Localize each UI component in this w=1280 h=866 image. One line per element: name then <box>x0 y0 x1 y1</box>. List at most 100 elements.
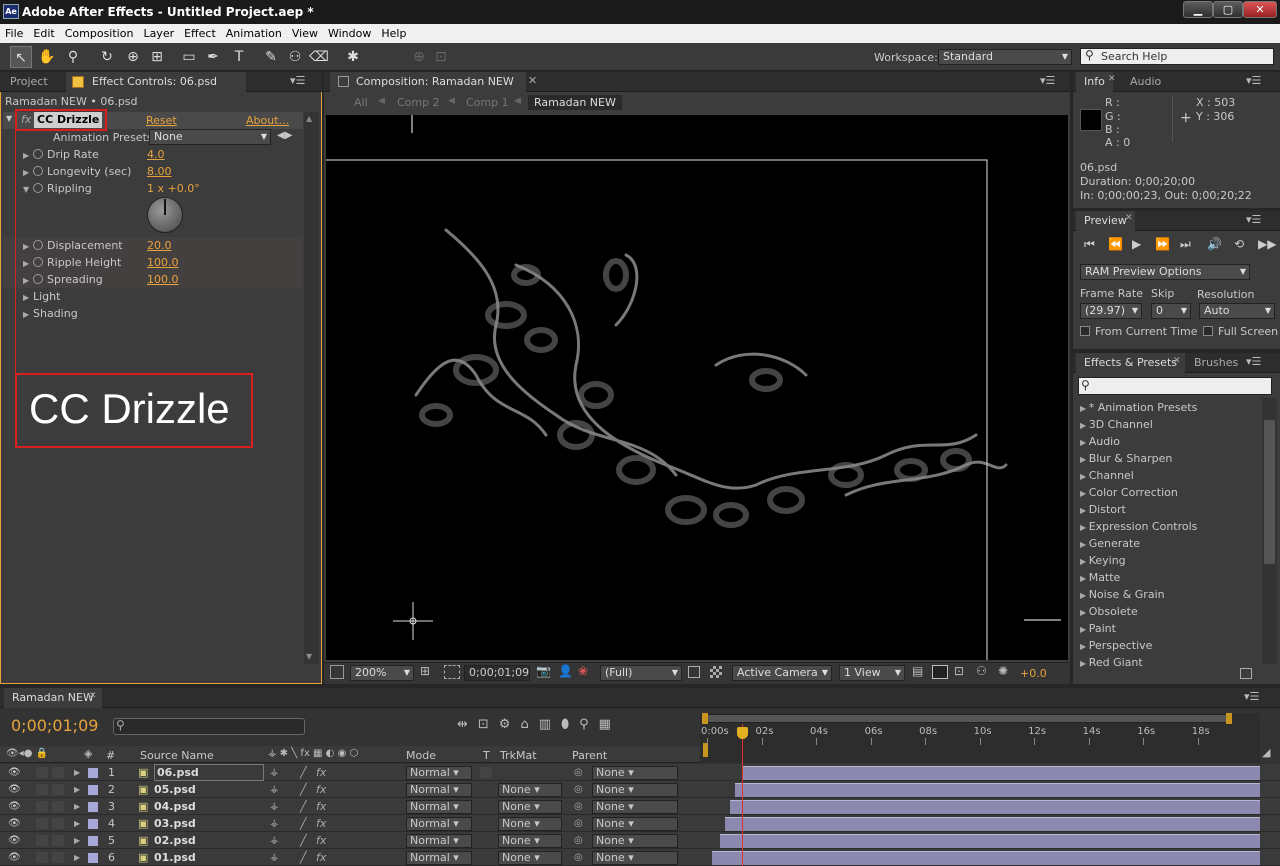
mode-dropdown[interactable]: Normal ▾ <box>406 800 472 814</box>
layer-expand-icon[interactable]: ▶ <box>74 798 80 815</box>
solo-box[interactable] <box>36 767 48 778</box>
always-preview-icon[interactable] <box>330 665 344 679</box>
new-folder-icon[interactable] <box>1240 668 1252 679</box>
expand-icon[interactable]: ▶ <box>1080 574 1089 583</box>
pickwhip-icon[interactable]: ◎ <box>574 815 583 832</box>
shy-switch-icon[interactable]: ⚶ <box>270 781 279 798</box>
quality-switch-icon[interactable]: ╱ <box>300 832 307 849</box>
close-button[interactable]: ✕ <box>1243 1 1277 18</box>
transparency-grid-icon[interactable] <box>710 666 722 678</box>
expand-icon[interactable]: ▶ <box>23 238 33 255</box>
effects-category-item[interactable]: ▶ * Animation Presets <box>1080 399 1260 416</box>
parent-dropdown[interactable]: None ▾ <box>592 817 678 831</box>
previous-frame-icon[interactable]: ⏪ <box>1108 237 1123 251</box>
visibility-eye-icon[interactable]: 👁 <box>8 832 21 849</box>
resolution-dropdown[interactable]: (Full) <box>600 665 682 681</box>
solo-box[interactable] <box>36 784 48 795</box>
full-screen-checkbox[interactable] <box>1203 326 1213 336</box>
quality-switch-icon[interactable]: ╱ <box>300 815 307 832</box>
layer-duration-bar[interactable] <box>719 834 1260 848</box>
tab-audio[interactable]: Audio <box>1122 72 1169 92</box>
mode-dropdown[interactable]: Normal ▾ <box>406 851 472 865</box>
flowchart-icon[interactable]: ⚇ <box>976 664 987 678</box>
channels-icon[interactable]: ❀ <box>578 664 588 678</box>
comp-panel-menu-icon[interactable]: ▾☰ <box>1040 74 1055 87</box>
reset-link[interactable]: Reset <box>146 114 177 127</box>
shy-switch-icon[interactable]: ⚶ <box>270 815 279 832</box>
parent-dropdown[interactable]: None ▾ <box>592 834 678 848</box>
quality-switch-icon[interactable]: ╱ <box>300 764 307 781</box>
lock-box[interactable] <box>52 767 64 778</box>
label-color-swatch[interactable] <box>88 785 98 795</box>
audio-icon[interactable]: 🔊 <box>1207 237 1222 251</box>
quality-switch-icon[interactable]: ╱ <box>300 849 307 866</box>
expand-icon[interactable]: ▶ <box>1080 523 1089 532</box>
crumb-all[interactable]: All <box>354 96 368 109</box>
in-point-marker[interactable] <box>703 743 708 757</box>
expand-icon[interactable]: ▶ <box>1080 472 1089 481</box>
t-preserve-box[interactable] <box>480 767 492 778</box>
effect-switch-icon[interactable]: fx <box>316 849 326 866</box>
layer-row[interactable]: 👁 ▶ 5 ▣ 02.psd ⚶ ╱ fx Normal ▾ None ▾ ◎ None ▾ <box>0 832 1280 849</box>
expand-icon[interactable]: ▶ <box>1080 438 1089 447</box>
param-value[interactable]: 20.0 <box>147 237 172 254</box>
visibility-eye-icon[interactable]: 👁 <box>8 764 21 781</box>
fast-previews-icon[interactable] <box>932 665 948 679</box>
scroll-down-icon[interactable]: ▼ <box>306 652 312 661</box>
mask-visibility-icon[interactable] <box>444 665 460 679</box>
group-light[interactable]: ▶ Light <box>3 288 303 305</box>
crumb-ramadan-new[interactable]: Ramadan NEW <box>528 95 622 110</box>
pixel-aspect-icon[interactable]: ▤ <box>912 664 923 678</box>
mode-dropdown[interactable]: Normal ▾ <box>406 817 472 831</box>
next-frame-icon[interactable]: ⏩ <box>1155 237 1170 251</box>
stopwatch-icon[interactable] <box>33 257 43 267</box>
layer-duration-bar[interactable] <box>712 851 1260 865</box>
exposure-value[interactable]: +0.0 <box>1020 667 1047 680</box>
label-color-swatch[interactable] <box>88 768 98 778</box>
layer-name[interactable]: 02.psd <box>154 832 196 849</box>
pickwhip-icon[interactable]: ◎ <box>574 832 583 849</box>
panel-menu-icon[interactable]: ▾☰ <box>290 74 305 87</box>
layer-name[interactable]: 03.psd <box>154 815 196 832</box>
expand-icon[interactable]: ▶ <box>23 306 33 323</box>
timeline-switches-icons[interactable]: ⇹⊡⚙⌂▥⬮⚲▦ <box>457 717 621 732</box>
effects-category-item[interactable]: ▶ Keying <box>1080 552 1260 569</box>
pen-tool-icon[interactable]: ✒ <box>202 46 224 68</box>
parent-dropdown[interactable]: None ▾ <box>592 851 678 865</box>
stopwatch-icon[interactable] <box>33 149 43 159</box>
comp-marker-bin-icon[interactable]: ◢ <box>1262 746 1278 762</box>
effect-switch-icon[interactable]: fx <box>316 764 326 781</box>
expand-icon[interactable]: ▶ <box>1080 506 1089 515</box>
effect-switch-icon[interactable]: fx <box>316 815 326 832</box>
effects-category-item[interactable]: ▶ Blur & Sharpen <box>1080 450 1260 467</box>
group-shading[interactable]: ▶ Shading <box>3 305 303 322</box>
param-value[interactable]: 100.0 <box>147 254 179 271</box>
effects-category-item[interactable]: ▶ Expression Controls <box>1080 518 1260 535</box>
param-value[interactable]: 8.00 <box>147 163 172 180</box>
crumb-comp2[interactable]: Comp 2 <box>397 96 440 109</box>
about-link[interactable]: About... <box>246 114 289 127</box>
effects-category-item[interactable]: ▶ Noise & Grain <box>1080 586 1260 603</box>
layer-row[interactable]: 👁 ▶ 4 ▣ 03.psd ⚶ ╱ fx Normal ▾ None ▾ ◎ None ▾ <box>0 815 1280 832</box>
param-value[interactable]: 4.0 <box>147 146 165 163</box>
label-color-swatch[interactable] <box>88 836 98 846</box>
effects-scroll-thumb[interactable] <box>1264 420 1275 564</box>
effects-category-item[interactable]: ▶ Audio <box>1080 433 1260 450</box>
effects-tab-close-icon[interactable]: ✕ <box>1173 356 1181 366</box>
layer-row[interactable]: 👁 ▶ 2 ▣ 05.psd ⚶ ╱ fx Normal ▾ None ▾ ◎ None ▾ <box>0 781 1280 798</box>
comp-lock-icon[interactable] <box>338 76 349 87</box>
first-frame-icon[interactable]: ⏮ <box>1084 237 1095 252</box>
view-layout-dropdown[interactable]: 1 View <box>839 665 905 681</box>
playhead[interactable] <box>742 724 744 866</box>
expand-icon[interactable]: ▶ <box>23 289 33 306</box>
mode-dropdown[interactable]: Normal ▾ <box>406 766 472 780</box>
resolution-dropdown-preview[interactable]: Auto <box>1199 303 1275 319</box>
effects-category-item[interactable]: ▶ Red Giant <box>1080 654 1260 671</box>
work-area-end-handle[interactable] <box>1226 713 1232 724</box>
crumb-comp1[interactable]: Comp 1 <box>466 96 509 109</box>
solo-box[interactable] <box>36 818 48 829</box>
tab-composition[interactable]: Composition: Ramadan NEW <box>330 72 526 92</box>
trkmat-dropdown[interactable]: None ▾ <box>498 800 562 814</box>
hand-tool-icon[interactable]: ✋ <box>36 46 58 68</box>
label-color-swatch[interactable] <box>88 853 98 863</box>
